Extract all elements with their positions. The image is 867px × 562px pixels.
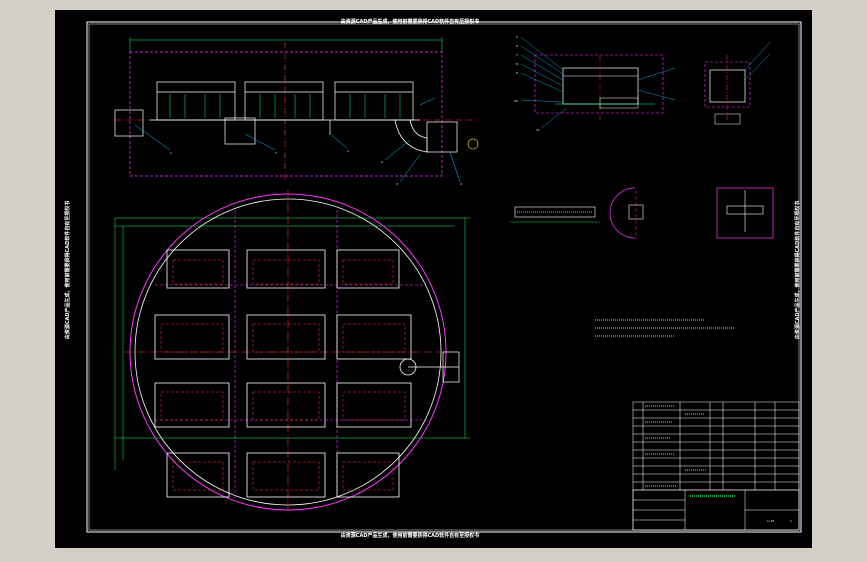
svg-text:1: 1 xyxy=(275,151,277,155)
elbow-pipe xyxy=(394,119,428,153)
callouts-section: 5 6 7 8 9 10 11 xyxy=(514,35,540,132)
svg-text:3: 3 xyxy=(396,182,398,186)
technical-notes xyxy=(595,319,735,337)
svg-text:1: 1 xyxy=(170,151,172,155)
svg-text:4: 4 xyxy=(460,182,462,186)
leaders-elevation xyxy=(134,97,461,183)
sheet-number: 1 xyxy=(790,519,792,523)
svg-text:7: 7 xyxy=(516,53,518,57)
bill-of-materials xyxy=(632,401,800,531)
svg-text:10: 10 xyxy=(514,99,518,103)
svg-text:2: 2 xyxy=(381,160,383,164)
svg-text:1: 1 xyxy=(347,149,349,153)
cad-drawing-canvas[interactable]: 由资源CAD产品生成，使用前需要获得CAD软件自有至授权书 由资源CAD产品生成… xyxy=(55,10,812,548)
drawing-number: 1-07 xyxy=(767,519,774,523)
elevation-view: 1 1 1 2 3 4 xyxy=(114,37,479,186)
svg-text:5: 5 xyxy=(516,35,518,39)
inlet-box-left xyxy=(114,109,144,137)
svg-text:9: 9 xyxy=(516,71,518,75)
plan-view xyxy=(114,190,470,515)
bom-green-entries xyxy=(645,405,735,497)
drawing-sheet: 由资源CAD产品生成，使用前需要获得CAD软件自有至授权书 由资源CAD产品生成… xyxy=(64,18,802,539)
detail-marker xyxy=(467,138,479,150)
section-view-b xyxy=(704,41,771,125)
watermark-top: 由资源CAD产品生成，使用前需要获得CAD软件自有至授权书 xyxy=(341,18,479,25)
drawing-frame-inner xyxy=(88,23,800,531)
watermark-left: 由资源CAD产品生成，使用前需要获得CAD软件自有至授权书 xyxy=(64,201,71,339)
drawing-frame-outer xyxy=(86,21,802,533)
watermark-right: 由资源CAD产品生成，使用前需要获得CAD软件自有至授权书 xyxy=(794,201,801,339)
watermark-bottom: 由资源CAD产品生成，使用前需要获得CAD软件自有至授权书 xyxy=(341,532,479,539)
section-view-a: 5 6 7 8 9 10 11 xyxy=(514,35,676,132)
trough-grid xyxy=(154,249,412,498)
svg-text:8: 8 xyxy=(516,62,518,66)
svg-text:6: 6 xyxy=(516,44,518,48)
svg-text:11: 11 xyxy=(536,128,540,132)
callouts-elevation: 1 1 1 2 3 4 xyxy=(170,149,462,186)
inlet-box-mid xyxy=(224,117,256,145)
detail-views xyxy=(510,187,774,240)
